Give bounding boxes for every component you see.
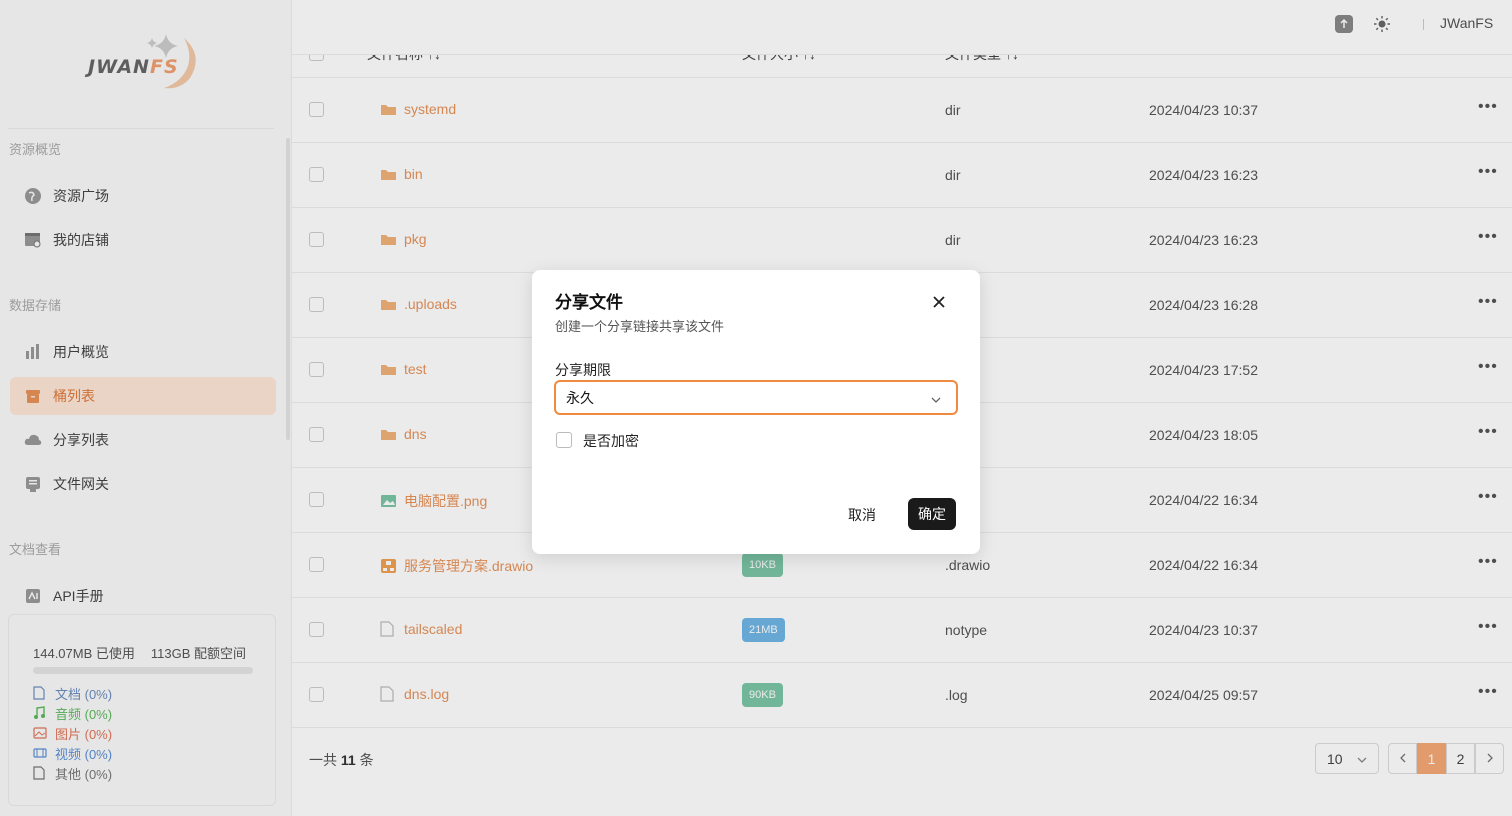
cancel-button[interactable]: 取消 — [848, 500, 876, 530]
encrypt-label[interactable]: 是否加密 — [583, 431, 639, 451]
close-icon[interactable] — [930, 293, 948, 311]
expiry-value: 永久 — [566, 389, 594, 406]
expiry-label: 分享期限 — [555, 362, 611, 378]
chevron-down-icon — [930, 393, 942, 409]
encrypt-checkbox[interactable] — [556, 432, 572, 448]
confirm-button[interactable]: 确定 — [908, 498, 956, 530]
expiry-select[interactable]: 永久 — [554, 380, 958, 415]
share-file-dialog: 分享文件 创建一个分享链接共享该文件 分享期限 永久 是否加密 取消 确定 — [532, 270, 980, 554]
dialog-title: 分享文件 — [555, 293, 623, 312]
dialog-subtitle: 创建一个分享链接共享该文件 — [555, 319, 725, 334]
